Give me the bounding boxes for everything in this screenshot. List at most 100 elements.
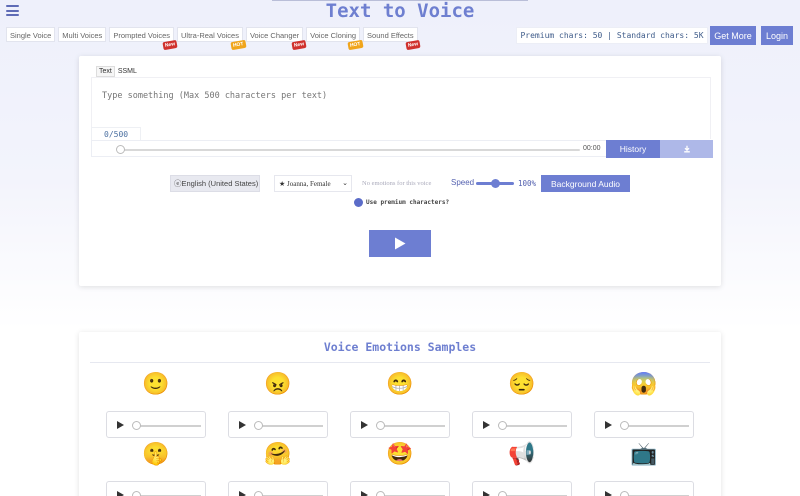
char-counter: 0/500 <box>91 127 141 141</box>
emotion-sample: 😱 <box>594 369 694 439</box>
speed-label: Speed <box>451 178 475 187</box>
premium-radio[interactable] <box>354 198 363 207</box>
voice-select[interactable]: ★ Joanna, Female ⌄ <box>274 175 352 192</box>
seek-bar[interactable] <box>500 425 567 427</box>
angry-face-icon: 😠 <box>264 371 292 396</box>
samples-title: Voice Emotions Samples <box>323 340 477 354</box>
seek-bar[interactable] <box>378 425 445 427</box>
play-icon[interactable] <box>483 491 490 496</box>
grinning-face-icon: 😁 <box>386 371 414 396</box>
seek-handle[interactable] <box>132 491 141 496</box>
sample-audio-player[interactable] <box>594 481 694 496</box>
sample-audio-player[interactable] <box>594 411 694 438</box>
new-badge: New <box>291 39 307 51</box>
speed-slider-handle[interactable] <box>490 179 500 188</box>
feature-tabs: Single Voice Multi Voices Prompted Voice… <box>6 27 422 51</box>
hot-badge: HOT <box>347 39 364 51</box>
samples-divider <box>90 362 710 363</box>
login-button[interactable]: Login <box>761 26 793 45</box>
tab-single-voice[interactable]: Single Voice <box>6 27 56 42</box>
seek-handle[interactable] <box>498 491 507 496</box>
mode-tabs: Text SSML <box>96 66 140 77</box>
sample-audio-player[interactable] <box>228 481 328 496</box>
seek-handle[interactable] <box>376 421 385 430</box>
sample-audio-player[interactable] <box>472 411 572 438</box>
page-title: Text to Voice <box>325 0 475 22</box>
tab-text[interactable]: Text <box>96 66 115 77</box>
emotion-sample: 😠 <box>228 369 328 439</box>
sample-audio-player[interactable] <box>350 411 450 438</box>
speed-value: 100% <box>518 179 537 188</box>
tab-label: Voice Changer <box>249 31 300 40</box>
tab-label: Voice Cloning <box>310 31 357 40</box>
sample-audio-player[interactable] <box>472 481 572 496</box>
star-struck-face-icon: 🤩 <box>386 441 414 466</box>
text-input[interactable] <box>91 77 711 139</box>
play-icon <box>395 237 406 250</box>
play-icon[interactable] <box>361 421 368 429</box>
tab-voice-changer[interactable]: Voice Changer New <box>245 27 307 51</box>
tab-sound-effects[interactable]: Sound Effects New <box>363 27 422 51</box>
play-button[interactable] <box>369 230 431 257</box>
seek-bar[interactable] <box>622 425 689 427</box>
tab-ssml[interactable]: SSML <box>115 66 140 77</box>
voice-controls: ⓔEnglish (United States) ★ Joanna, Femal… <box>170 175 640 192</box>
sample-audio-player[interactable] <box>106 481 206 496</box>
seek-handle[interactable] <box>620 491 629 496</box>
seek-handle[interactable] <box>116 145 125 154</box>
editor-card: Text SSML 0/500 00:00 History ⓔEnglish (… <box>79 56 721 286</box>
seek-bar[interactable] <box>256 425 323 427</box>
play-icon[interactable] <box>361 491 368 496</box>
chevron-down-icon: ⌄ <box>342 179 348 187</box>
seek-bar[interactable] <box>120 149 580 151</box>
play-icon[interactable] <box>483 421 490 429</box>
premium-label: Use premium characters? <box>366 199 450 206</box>
chars-balance: Premium chars: 50 | Standard chars: 5K <box>516 27 708 44</box>
seek-bar[interactable] <box>134 425 201 427</box>
emotion-sample: 🤩 <box>350 439 450 496</box>
sample-audio-player[interactable] <box>350 481 450 496</box>
seek-handle[interactable] <box>254 491 263 496</box>
new-badge: New <box>405 39 422 51</box>
tab-voice-cloning[interactable]: Voice Cloning HOT <box>306 27 364 51</box>
tab-label: Single Voice <box>10 31 52 40</box>
tab-label: Sound Effects <box>367 31 414 40</box>
sample-audio-player[interactable] <box>228 411 328 438</box>
tab-multi-voices[interactable]: Multi Voices <box>58 27 107 42</box>
sample-audio-player[interactable] <box>106 411 206 438</box>
loudspeaker-icon: 📢 <box>508 441 536 466</box>
history-button[interactable]: History <box>606 140 660 158</box>
audio-player: 00:00 History <box>91 140 713 158</box>
tab-label: Prompted Voices <box>113 31 171 40</box>
download-icon <box>683 145 690 153</box>
playback-time: 00:00 <box>583 145 601 152</box>
background-audio-button[interactable]: Background Audio <box>541 175 630 192</box>
play-icon[interactable] <box>117 491 124 496</box>
play-icon[interactable] <box>239 421 246 429</box>
play-icon[interactable] <box>239 491 246 496</box>
get-more-button[interactable]: Get More <box>710 26 756 45</box>
seek-handle[interactable] <box>132 421 141 430</box>
emotion-sample: 📢 <box>472 439 572 496</box>
emotion-sample: 🙂 <box>106 369 206 439</box>
emotion-select[interactable]: No emotions for this voice <box>359 175 441 192</box>
television-icon: 📺 <box>630 441 658 466</box>
tab-prompted-voices[interactable]: Prompted Voices New <box>109 27 178 51</box>
seek-handle[interactable] <box>376 491 385 496</box>
play-icon[interactable] <box>117 421 124 429</box>
language-select[interactable]: ⓔEnglish (United States) <box>170 175 260 192</box>
smiling-face-icon: 🙂 <box>142 371 170 396</box>
tab-ultra-real-voices[interactable]: Ultra-Real Voices HOT <box>177 27 247 51</box>
play-icon[interactable] <box>605 421 612 429</box>
download-button[interactable] <box>660 140 713 158</box>
seek-handle[interactable] <box>620 421 629 430</box>
screaming-face-icon: 😱 <box>630 371 658 396</box>
seek-handle[interactable] <box>498 421 507 430</box>
tab-label: Multi Voices <box>62 31 103 40</box>
play-icon[interactable] <box>605 491 612 496</box>
emotion-sample: 🤗 <box>228 439 328 496</box>
hugging-face-icon: 🤗 <box>264 441 292 466</box>
emotion-sample: 🤫 <box>106 439 206 496</box>
seek-handle[interactable] <box>254 421 263 430</box>
new-badge: New <box>162 39 178 51</box>
